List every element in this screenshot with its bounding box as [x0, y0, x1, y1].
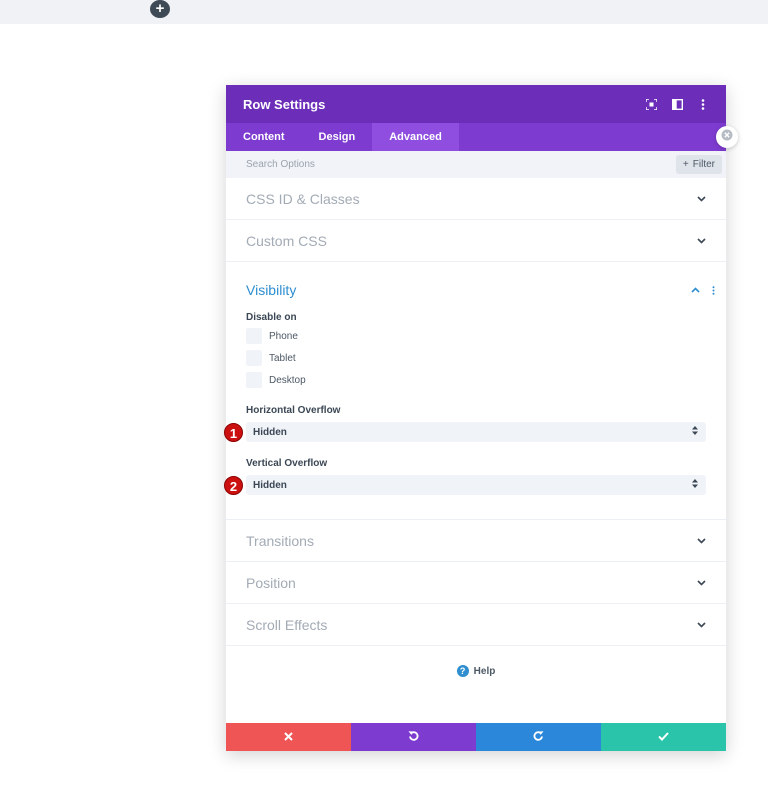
help-link[interactable]: ? Help — [226, 665, 726, 677]
chevron-down-icon — [696, 620, 706, 630]
chevron-down-icon — [696, 194, 706, 204]
sidebar-layout-icon[interactable] — [671, 98, 683, 110]
select-value: Hidden — [253, 479, 287, 491]
section-title: Transitions — [246, 532, 314, 549]
plus-icon: + — [155, 0, 165, 17]
section-title: Custom CSS — [246, 232, 327, 249]
cancel-button[interactable] — [226, 723, 351, 751]
section-title: Position — [246, 574, 296, 591]
filter-button[interactable]: + Filter — [675, 155, 722, 174]
select-arrows-icon — [692, 479, 698, 491]
check-icon — [658, 728, 669, 746]
chevron-down-icon — [696, 578, 706, 588]
step-badge: 1 — [224, 423, 243, 442]
row-settings-modal: Row Settings Content Design Advanced + F… — [224, 85, 726, 751]
horizontal-overflow-select[interactable]: 1 Hidden — [224, 422, 706, 442]
device-option-phone: Phone — [246, 327, 706, 345]
undo-button[interactable] — [351, 723, 476, 751]
close-circle-icon — [721, 128, 733, 146]
vertical-overflow-label: Vertical Overflow — [246, 458, 328, 469]
tab-content[interactable]: Content — [226, 123, 302, 151]
section-title: Visibility — [246, 282, 297, 298]
undo-icon — [408, 728, 419, 746]
search-bar: + Filter — [226, 151, 726, 178]
redo-button[interactable] — [476, 723, 601, 751]
select-arrows-icon — [692, 426, 698, 438]
filter-label: Filter — [692, 159, 715, 170]
modal-close-handle[interactable] — [716, 126, 738, 148]
modal-footer — [226, 723, 726, 751]
save-button[interactable] — [601, 723, 726, 751]
section-title: CSS ID & Classes — [246, 190, 360, 207]
visibility-header[interactable]: Visibility — [246, 282, 714, 298]
device-label: Phone — [269, 330, 298, 342]
help-label: Help — [473, 665, 496, 677]
modal-tabs: Content Design Advanced — [226, 123, 726, 151]
step-badge: 2 — [224, 476, 243, 495]
help-icon: ? — [456, 665, 469, 677]
device-option-desktop: Desktop — [246, 371, 706, 389]
section-scroll-effects[interactable]: Scroll Effects — [226, 604, 726, 646]
visibility-header-icons — [690, 285, 718, 295]
close-icon — [284, 728, 293, 746]
builder-top-strip — [0, 0, 768, 24]
device-option-tablet: Tablet — [246, 349, 706, 367]
section-visibility: Visibility Disable on Phone Tablet Deskt… — [224, 262, 726, 520]
phone-checkbox[interactable] — [246, 328, 262, 344]
more-vertical-icon[interactable] — [697, 98, 709, 110]
plus-icon: + — [682, 159, 689, 170]
section-title: Scroll Effects — [246, 616, 328, 633]
disable-on-label: Disable on — [246, 312, 297, 323]
device-label: Tablet — [269, 352, 296, 364]
chevron-up-icon[interactable] — [690, 285, 700, 295]
section-transitions[interactable]: Transitions — [226, 520, 726, 562]
tab-advanced[interactable]: Advanced — [372, 123, 459, 151]
fullscreen-icon[interactable] — [645, 98, 657, 110]
header-icons — [645, 98, 709, 110]
more-vertical-icon[interactable] — [708, 285, 718, 295]
section-position[interactable]: Position — [226, 562, 726, 604]
tablet-checkbox[interactable] — [246, 350, 262, 366]
add-row-button[interactable]: + — [150, 0, 170, 18]
modal-title: Row Settings — [243, 96, 326, 112]
select-value: Hidden — [253, 426, 287, 438]
tab-design[interactable]: Design — [302, 123, 373, 151]
vertical-overflow-select[interactable]: 2 Hidden — [224, 475, 706, 495]
horizontal-overflow-label: Horizontal Overflow — [246, 405, 341, 416]
section-css-id-classes[interactable]: CSS ID & Classes — [226, 178, 726, 220]
search-input[interactable] — [246, 159, 446, 170]
desktop-checkbox[interactable] — [246, 372, 262, 388]
modal-header: Row Settings — [226, 85, 726, 123]
device-label: Desktop — [269, 374, 306, 386]
chevron-down-icon — [696, 236, 706, 246]
section-custom-css[interactable]: Custom CSS — [226, 220, 726, 262]
redo-icon — [533, 728, 544, 746]
chevron-down-icon — [696, 536, 706, 546]
